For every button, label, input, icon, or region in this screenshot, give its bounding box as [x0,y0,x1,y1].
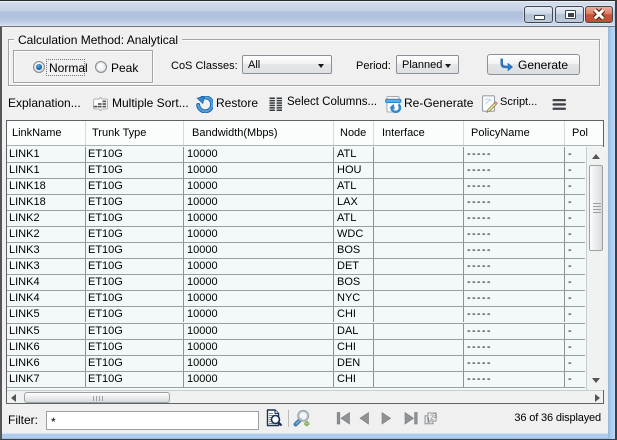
svg-text:3: 3 [433,413,437,420]
